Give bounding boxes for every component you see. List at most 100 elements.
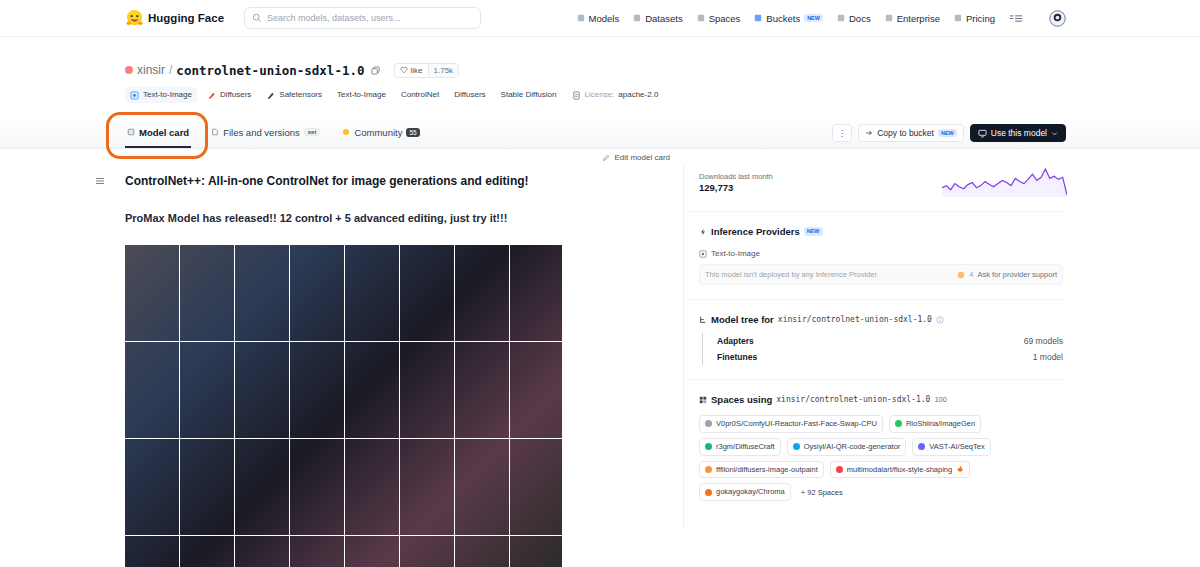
space-chip[interactable]: Oysiyl/AI-QR-code-generator xyxy=(787,438,907,456)
downloads-chart xyxy=(942,167,1067,197)
tab-label: Community xyxy=(354,127,402,138)
spaces-title-label: Spaces using xyxy=(711,394,772,405)
tag-label: Diffusers xyxy=(454,89,485,100)
tag-label: ControlNet xyxy=(401,89,439,100)
nav-item-icon xyxy=(754,14,762,22)
user-avatar-icon[interactable] xyxy=(1049,10,1066,27)
tag[interactable]: Text-to-Image xyxy=(332,87,391,102)
downloads-label: Downloads last month xyxy=(699,172,773,181)
space-chip[interactable]: V0pr0S/ComfyUI-Reactor-Fast-Face-Swap-CP… xyxy=(699,415,883,433)
tab[interactable]: Files and versionsxet xyxy=(209,118,322,148)
model-actions: ⋮ Copy to bucketNEW Use this model xyxy=(832,118,1066,148)
tag-label: Text-to-Image xyxy=(143,89,192,100)
tab-icon xyxy=(342,128,350,136)
task-icon xyxy=(699,250,707,258)
tag[interactable]: Diffusers xyxy=(449,87,490,102)
table-of-contents-icon[interactable] xyxy=(95,177,105,185)
tab-label: Files and versions xyxy=(223,127,300,138)
space-emoji-icon xyxy=(705,489,712,496)
brand-name: Hugging Face xyxy=(148,12,224,24)
space-chip[interactable]: VAST-AI/SeqTex xyxy=(912,438,990,456)
flame-icon xyxy=(956,465,964,473)
space-label: fffiloni/diffusers-image-outpaint xyxy=(716,465,818,475)
highlight-ring xyxy=(106,112,208,159)
nav-item[interactable]: Datasets xyxy=(633,13,683,24)
tab[interactable]: Community55 xyxy=(340,118,421,148)
tag-label: Diffusers xyxy=(220,89,251,100)
nav-item-icon xyxy=(633,14,641,22)
model-tree-row[interactable]: Finetunes1 model xyxy=(703,349,1067,365)
edit-model-card-link[interactable]: Edit model card xyxy=(602,153,670,162)
model-tree-list: Adapters69 modelsFinetunes1 model xyxy=(702,333,1067,365)
tag[interactable]: Text-to-Image xyxy=(125,87,197,102)
inference-task-label: Text-to-Image xyxy=(711,249,760,258)
nav-item-label: Models xyxy=(589,13,620,24)
copy-to-bucket-button[interactable]: Copy to bucketNEW xyxy=(858,124,964,142)
tag-label: apache-2.0 xyxy=(618,89,658,100)
brand-logo[interactable]: Hugging Face xyxy=(125,9,224,28)
bolt-icon xyxy=(699,228,707,236)
search-icon xyxy=(252,13,262,23)
more-button[interactable]: ⋮ xyxy=(832,124,853,142)
space-emoji-icon xyxy=(705,443,712,450)
model-tree-label: Model tree for xyxy=(711,314,774,325)
nav-item-label: Enterprise xyxy=(897,13,940,24)
tag-label: Text-to-Image xyxy=(337,89,386,100)
space-chip[interactable]: multimodalart/flux-style-shaping xyxy=(830,461,970,479)
spaces-section: Spaces usingxinsir/controlnet-union-sdxl… xyxy=(684,394,1067,515)
tag[interactable]: ControlNet xyxy=(396,87,444,102)
owner-link[interactable]: xinsir xyxy=(137,63,165,77)
tab[interactable]: Model card xyxy=(125,118,191,148)
nav-item[interactable]: Spaces xyxy=(697,13,741,24)
space-chip[interactable]: fffiloni/diffusers-image-outpaint xyxy=(699,461,824,479)
use-this-model-label: Use this model xyxy=(991,128,1047,138)
ask-votes: 4 xyxy=(969,270,973,279)
downloads-text: Downloads last month129,773 xyxy=(699,172,773,193)
hand-icon xyxy=(957,271,965,279)
inference-title: Inference ProvidersNEW xyxy=(699,226,1067,237)
downloads-section: Downloads last month129,773 xyxy=(684,163,1067,212)
pencil-icon xyxy=(602,154,610,162)
menu-icon[interactable] xyxy=(1009,13,1023,24)
ask-provider-support[interactable]: 4Ask for provider support xyxy=(957,270,1057,279)
space-label: RioShiina/ImageGen xyxy=(906,419,975,429)
owner-avatar-icon xyxy=(125,66,133,74)
space-chip[interactable]: gokaygokay/Chroma xyxy=(699,483,791,501)
space-emoji-icon xyxy=(895,420,902,427)
library-icon xyxy=(207,91,216,100)
info-icon[interactable] xyxy=(936,316,944,324)
downloads-area xyxy=(942,169,1067,197)
tag[interactable]: License:apache-2.0 xyxy=(567,87,664,102)
more-spaces-link[interactable]: + 92 Spaces xyxy=(797,485,847,500)
nav-item-label: Spaces xyxy=(709,13,741,24)
nav-item[interactable]: Pricing xyxy=(954,13,995,24)
search-input[interactable] xyxy=(267,13,473,23)
like-button[interactable]: like1.75k xyxy=(394,63,460,78)
copy-icon[interactable] xyxy=(371,66,380,75)
model-tree-row-label: Finetunes xyxy=(717,352,757,362)
spaces-list: V0pr0S/ComfyUI-Reactor-Fast-Face-Swap-CP… xyxy=(699,415,1067,501)
tag[interactable]: Safetensors xyxy=(261,87,327,102)
downloads-line xyxy=(942,169,1067,195)
search-field[interactable] xyxy=(244,7,481,29)
task-icon xyxy=(130,91,139,100)
nav-item[interactable]: Models xyxy=(577,13,620,24)
tab-icon xyxy=(127,128,135,136)
model-card: Edit model cardControlNet++: All-in-one … xyxy=(125,149,683,567)
space-emoji-icon xyxy=(836,466,843,473)
tag[interactable]: Stable Diffusion xyxy=(496,87,562,102)
nav-item[interactable]: Docs xyxy=(837,13,871,24)
space-chip[interactable]: r3gm/DiffuseCraft xyxy=(699,438,781,456)
space-chip[interactable]: RioShiina/ImageGen xyxy=(889,415,981,433)
nav-menu: Models Datasets Spaces BucketsNEW Docs Enterp… xyxy=(577,10,1066,27)
space-label: V0pr0S/ComfyUI-Reactor-Fast-Face-Swap-CP… xyxy=(716,419,877,429)
model-tree-row-value: 69 models xyxy=(1024,336,1063,346)
nav-item[interactable]: BucketsNEW xyxy=(754,13,823,24)
nav-item[interactable]: Enterprise xyxy=(885,13,940,24)
use-this-model-button[interactable]: Use this model xyxy=(970,124,1066,142)
tag[interactable]: Diffusers xyxy=(202,87,256,102)
model-tree-row[interactable]: Adapters69 models xyxy=(703,333,1067,349)
copy-to-bucket-label: Copy to bucket xyxy=(877,128,934,138)
hugging-face-icon xyxy=(125,9,144,28)
space-emoji-icon xyxy=(793,443,800,450)
